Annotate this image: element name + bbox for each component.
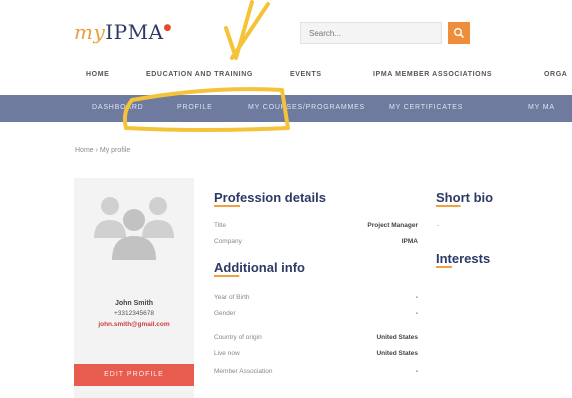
additional-info-heading: Additional info [214, 260, 305, 275]
nav-organisation[interactable]: ORGA [544, 71, 567, 78]
main-nav: HOME EDUCATION AND TRAINING EVENTS IPMA … [0, 68, 572, 86]
interests-heading: Interests [436, 251, 491, 266]
user-name: John Smith [114, 300, 154, 307]
profile-subnav: DASHBOARD PROFILE MY COURSES/PROGRAMMES … [0, 95, 572, 122]
subnav-my-ma[interactable]: MY MA [528, 104, 555, 111]
field-value-year-of-birth: - [415, 294, 418, 301]
field-label-country-of-origin: Country of origin [214, 334, 262, 341]
field-value-member-association: - [415, 368, 418, 375]
profile-card: John Smith +3312345678 john.smith@gmail.… [74, 178, 194, 398]
short-bio-value: - [437, 222, 440, 229]
avatar-group-icon [94, 197, 174, 260]
breadcrumb[interactable]: Home › My profile [75, 147, 130, 154]
user-email[interactable]: john.smith@gmail.com [82, 320, 186, 329]
field-value-live-now: United States [376, 350, 418, 357]
field-label-live-now: Live now [214, 350, 240, 357]
field-label-title: Title [214, 222, 227, 229]
subnav-dashboard[interactable]: DASHBOARD [92, 104, 144, 111]
subnav-my-certificates[interactable]: MY CERTIFICATES [389, 104, 463, 111]
nav-home[interactable]: HOME [86, 71, 109, 78]
field-value-gender: - [415, 310, 418, 317]
field-label-year-of-birth: Year of Birth [214, 294, 250, 301]
search-icon [454, 28, 465, 39]
logo-main: IPMA [105, 20, 164, 44]
field-label-gender: Gender [214, 310, 236, 317]
nav-education-and-training[interactable]: EDUCATION AND TRAINING [146, 71, 253, 78]
profession-details-heading: Profession details [214, 190, 326, 205]
top-header: myIPMA● [0, 0, 572, 68]
field-label-company: Company [214, 238, 242, 245]
short-bio-heading: Short bio [436, 190, 494, 205]
field-value-title: Project Manager [367, 222, 418, 229]
nav-events[interactable]: EVENTS [290, 71, 322, 78]
subnav-my-courses[interactable]: MY COURSES/PROGRAMMES [248, 104, 365, 111]
field-label-member-association: Member Association [214, 368, 273, 375]
logo-prefix: my [74, 20, 106, 44]
search-button[interactable] [448, 22, 470, 44]
edit-profile-button[interactable]: EDIT PROFILE [74, 364, 194, 386]
field-value-country-of-origin: United States [376, 334, 418, 341]
field-value-company: IPMA [401, 238, 418, 245]
logo[interactable]: myIPMA● [74, 20, 172, 44]
user-phone: +3312345678 [114, 310, 154, 317]
logo-mark: ● [163, 23, 172, 33]
subnav-profile[interactable]: PROFILE [177, 104, 213, 111]
search-input[interactable] [300, 22, 442, 44]
nav-ipma-member-associations[interactable]: IPMA MEMBER ASSOCIATIONS [373, 71, 492, 78]
